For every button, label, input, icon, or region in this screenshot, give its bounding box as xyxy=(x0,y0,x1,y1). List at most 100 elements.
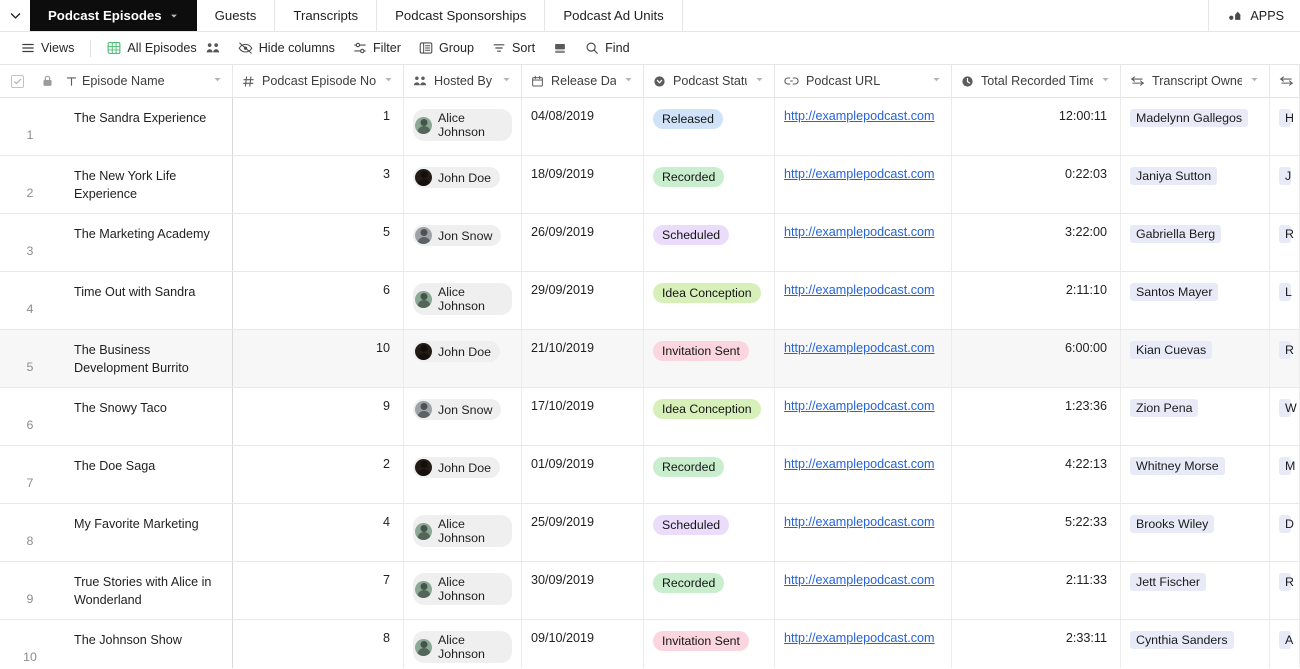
cell-podcast-status[interactable]: Idea Conception xyxy=(644,272,775,329)
owner-chip-clipped[interactable]: D xyxy=(1279,515,1291,533)
cell-episode-name[interactable]: 6The Snowy Taco xyxy=(0,388,233,445)
cell-overflow-column[interactable]: J xyxy=(1270,156,1300,213)
cell-hosted-by[interactable]: Alice Johnson xyxy=(404,562,522,619)
podcast-url-link[interactable]: http://examplepodcast.com xyxy=(784,341,935,355)
column-header-podcast-url[interactable]: Podcast URL xyxy=(775,65,952,98)
cell-total-recorded-time[interactable]: 5:22:33 xyxy=(952,504,1121,561)
cell-overflow-column[interactable]: A xyxy=(1270,620,1300,668)
column-menu-chevron-down-icon[interactable] xyxy=(754,74,765,88)
owner-chip-clipped[interactable]: R xyxy=(1279,341,1291,359)
person-chip[interactable]: John Doe xyxy=(413,167,500,188)
owner-chip-clipped[interactable]: H xyxy=(1279,109,1291,127)
person-chip[interactable]: Jon Snow xyxy=(413,225,501,246)
cell-podcast-episode-no[interactable]: 10 xyxy=(233,330,404,387)
owner-chip[interactable]: Brooks Wiley xyxy=(1130,515,1214,533)
cell-total-recorded-time[interactable]: 1:23:36 xyxy=(952,388,1121,445)
owner-chip-clipped[interactable]: R xyxy=(1279,573,1291,591)
cell-release-date[interactable]: 17/10/2019 xyxy=(522,388,644,445)
cell-total-recorded-time[interactable]: 4:22:13 xyxy=(952,446,1121,503)
cell-podcast-status[interactable]: Invitation Sent xyxy=(644,330,775,387)
owner-chip-clipped[interactable]: J xyxy=(1279,167,1291,185)
owner-chip[interactable]: Whitney Morse xyxy=(1130,457,1225,475)
tab-chevron-down-icon[interactable] xyxy=(169,11,179,21)
owner-chip[interactable]: Kian Cuevas xyxy=(1130,341,1212,359)
cell-transcript-owners[interactable]: Santos Mayer xyxy=(1121,272,1270,329)
cell-podcast-status[interactable]: Scheduled xyxy=(644,504,775,561)
owner-chip[interactable]: Santos Mayer xyxy=(1130,283,1218,301)
cell-podcast-url[interactable]: http://examplepodcast.com xyxy=(775,98,952,155)
tab-podcast-sponsorships[interactable]: Podcast Sponsorships xyxy=(377,0,545,31)
cell-podcast-episode-no[interactable]: 9 xyxy=(233,388,404,445)
cell-release-date[interactable]: 25/09/2019 xyxy=(522,504,644,561)
column-header-total-recorded-time[interactable]: Total Recorded Time xyxy=(952,65,1121,98)
cell-release-date[interactable]: 09/10/2019 xyxy=(522,620,644,668)
cell-transcript-owners[interactable]: Whitney Morse xyxy=(1121,446,1270,503)
cell-overflow-column[interactable]: D xyxy=(1270,504,1300,561)
cell-podcast-episode-no[interactable]: 5 xyxy=(233,214,404,271)
column-menu-chevron-down-icon[interactable] xyxy=(931,74,942,88)
podcast-url-link[interactable]: http://examplepodcast.com xyxy=(784,109,935,123)
cell-overflow-column[interactable]: R xyxy=(1270,562,1300,619)
tab-podcast-episodes[interactable]: Podcast Episodes xyxy=(30,0,197,31)
cell-total-recorded-time[interactable]: 6:00:00 xyxy=(952,330,1121,387)
person-chip[interactable]: John Doe xyxy=(413,341,500,362)
podcast-url-link[interactable]: http://examplepodcast.com xyxy=(784,167,935,181)
cell-podcast-url[interactable]: http://examplepodcast.com xyxy=(775,272,952,329)
cell-transcript-owners[interactable]: Janiya Sutton xyxy=(1121,156,1270,213)
person-chip[interactable]: Jon Snow xyxy=(413,399,501,420)
cell-total-recorded-time[interactable]: 2:11:10 xyxy=(952,272,1121,329)
owner-chip-clipped[interactable]: A xyxy=(1279,631,1291,649)
table-row[interactable]: 2The New York Life Experience3John Doe18… xyxy=(0,156,1300,214)
tab-transcripts[interactable]: Transcripts xyxy=(275,0,377,31)
tab-podcast-ad-units[interactable]: Podcast Ad Units xyxy=(545,0,682,31)
cell-release-date[interactable]: 30/09/2019 xyxy=(522,562,644,619)
cell-episode-name[interactable]: 9True Stories with Alice in Wonderland xyxy=(0,562,233,619)
cell-podcast-episode-no[interactable]: 4 xyxy=(233,504,404,561)
cell-podcast-url[interactable]: http://examplepodcast.com xyxy=(775,388,952,445)
owner-chip[interactable]: Madelynn Gallegos xyxy=(1130,109,1248,127)
podcast-url-link[interactable]: http://examplepodcast.com xyxy=(784,283,935,297)
cell-transcript-owners[interactable]: Gabriella Berg xyxy=(1121,214,1270,271)
column-header-hosted-by[interactable]: Hosted By xyxy=(404,65,522,98)
cell-podcast-status[interactable]: Released xyxy=(644,98,775,155)
cell-release-date[interactable]: 29/09/2019 xyxy=(522,272,644,329)
column-menu-chevron-down-icon[interactable] xyxy=(212,74,223,88)
cell-podcast-episode-no[interactable]: 2 xyxy=(233,446,404,503)
column-menu-chevron-down-icon[interactable] xyxy=(501,74,512,88)
cell-overflow-column[interactable]: H xyxy=(1270,98,1300,155)
cell-total-recorded-time[interactable]: 3:22:00 xyxy=(952,214,1121,271)
cell-overflow-column[interactable]: W xyxy=(1270,388,1300,445)
cell-hosted-by[interactable]: Alice Johnson xyxy=(404,272,522,329)
views-button[interactable]: Views xyxy=(12,37,83,59)
cell-podcast-url[interactable]: http://examplepodcast.com xyxy=(775,214,952,271)
cell-podcast-episode-no[interactable]: 7 xyxy=(233,562,404,619)
cell-podcast-episode-no[interactable]: 8 xyxy=(233,620,404,668)
filter-button[interactable]: Filter xyxy=(344,37,410,59)
tab-guests[interactable]: Guests xyxy=(197,0,276,31)
table-row[interactable]: 7The Doe Saga2John Doe01/09/2019Recorded… xyxy=(0,446,1300,504)
column-menu-chevron-down-icon[interactable] xyxy=(1249,74,1260,88)
cell-podcast-status[interactable]: Scheduled xyxy=(644,214,775,271)
cell-release-date[interactable]: 01/09/2019 xyxy=(522,446,644,503)
cell-episode-name[interactable]: 5The Business Development Burrito xyxy=(0,330,233,387)
owner-chip[interactable]: Cynthia Sanders xyxy=(1130,631,1234,649)
cell-hosted-by[interactable]: Alice Johnson xyxy=(404,504,522,561)
owner-chip[interactable]: Gabriella Berg xyxy=(1130,225,1221,243)
collaborators-icon[interactable] xyxy=(206,42,220,54)
cell-episode-name[interactable]: 7The Doe Saga xyxy=(0,446,233,503)
cell-hosted-by[interactable]: Alice Johnson xyxy=(404,98,522,155)
table-row[interactable]: 10The Johnson Show8Alice Johnson09/10/20… xyxy=(0,620,1300,668)
podcast-url-link[interactable]: http://examplepodcast.com xyxy=(784,515,935,529)
cell-hosted-by[interactable]: Alice Johnson xyxy=(404,620,522,668)
cell-hosted-by[interactable]: John Doe xyxy=(404,446,522,503)
table-row[interactable]: 8My Favorite Marketing4Alice Johnson25/0… xyxy=(0,504,1300,562)
owner-chip[interactable]: Zion Pena xyxy=(1130,399,1198,417)
column-menu-chevron-down-icon[interactable] xyxy=(623,74,634,88)
cell-podcast-episode-no[interactable]: 6 xyxy=(233,272,404,329)
table-row[interactable]: 6The Snowy Taco9Jon Snow17/10/2019Idea C… xyxy=(0,388,1300,446)
group-button[interactable]: Group xyxy=(410,37,483,59)
podcast-url-link[interactable]: http://examplepodcast.com xyxy=(784,631,935,645)
column-menu-chevron-down-icon[interactable] xyxy=(383,74,394,88)
cell-overflow-column[interactable]: R xyxy=(1270,330,1300,387)
current-view-button[interactable]: All Episodes xyxy=(98,37,228,59)
